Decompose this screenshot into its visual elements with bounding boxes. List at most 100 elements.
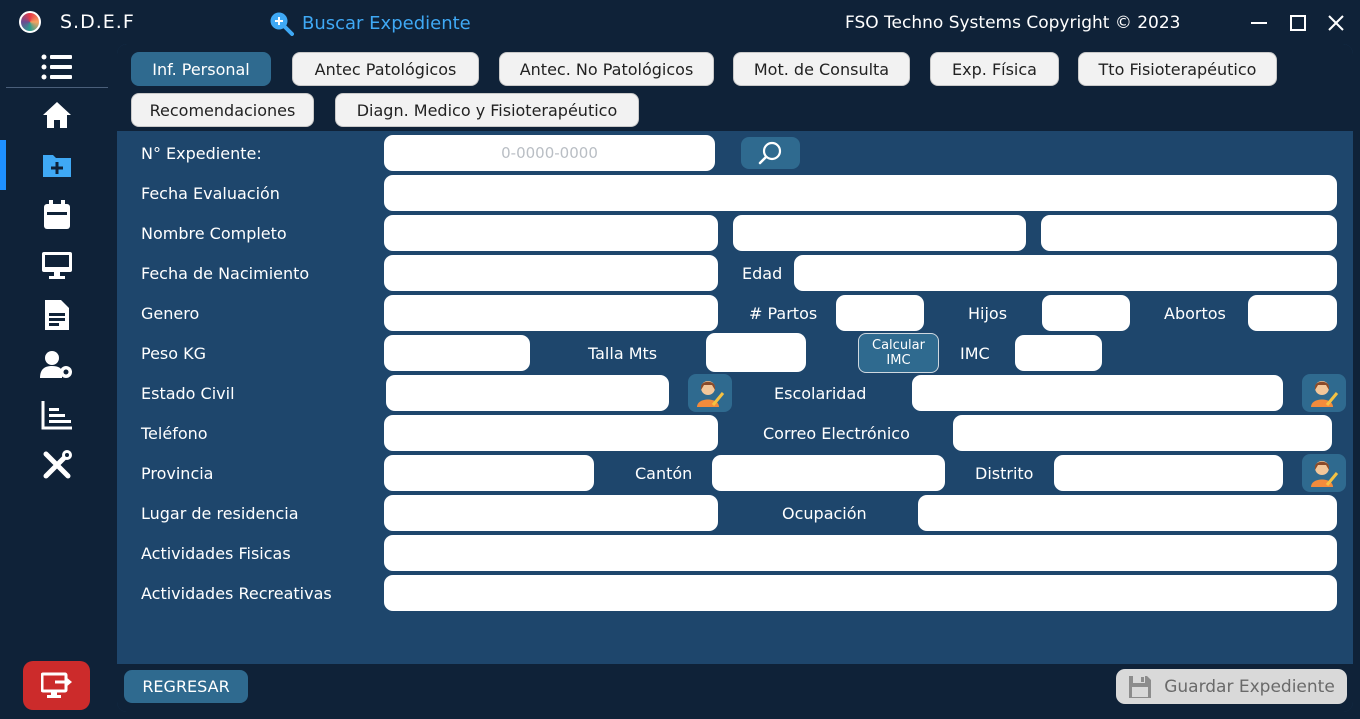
tab-non-pathological-history[interactable]: Antec. No Patológicos (499, 52, 714, 86)
sidebar-menu-toggle[interactable] (0, 44, 113, 90)
tab-physical-exam[interactable]: Exp. Física (930, 52, 1059, 86)
age-input[interactable] (794, 255, 1337, 291)
sidebar-item-tools[interactable] (0, 442, 113, 488)
education-label: Escolaridad (774, 384, 867, 403)
close-button[interactable] (1323, 10, 1349, 36)
user-edit-icon (1311, 381, 1339, 407)
exit-button[interactable] (23, 661, 90, 710)
birth-date-label: Fecha de Nacimiento (141, 264, 310, 283)
monitor-icon (41, 252, 72, 279)
tab-pathological-history[interactable]: Antec Patológicos (292, 52, 479, 86)
education-input[interactable] (912, 375, 1283, 411)
sidebar-item-new-record[interactable] (0, 142, 113, 188)
sidebar-item-user-settings[interactable] (0, 342, 113, 388)
save-record-button[interactable]: Guardar Expediente (1116, 669, 1347, 704)
occupation-input[interactable] (918, 495, 1337, 531)
app-title: S.D.E.F (60, 11, 135, 33)
second-surname-input[interactable] (1041, 215, 1337, 251)
tab-personal-info[interactable]: Inf. Personal (131, 52, 271, 86)
user-settings-icon (39, 351, 72, 378)
email-input[interactable] (953, 415, 1332, 451)
sidebar-item-calendar[interactable] (0, 192, 113, 238)
children-label: Hijos (968, 304, 1008, 323)
birth-date-input[interactable] (384, 255, 718, 291)
main-panel: Inf. Personal Antec Patológicos Antec. N… (117, 44, 1353, 712)
edit-education-button[interactable] (1302, 374, 1346, 412)
recreational-activities-label: Actividades Recreativas (141, 584, 332, 603)
edit-marital-status-button[interactable] (688, 374, 732, 412)
tab-bar: Inf. Personal Antec Patológicos Antec. N… (117, 44, 1353, 131)
exit-icon (40, 672, 72, 698)
sidebar-divider (6, 87, 108, 88)
home-icon (42, 102, 71, 128)
evaluation-date-input[interactable] (384, 175, 1337, 211)
menu-icon (41, 54, 72, 80)
sidebar-item-monitor[interactable] (0, 242, 113, 288)
abortions-input[interactable] (1248, 295, 1337, 331)
phone-label: Teléfono (141, 424, 208, 443)
calculate-bmi-button[interactable]: Calcular IMC (858, 333, 939, 373)
minimize-button[interactable] (1246, 10, 1272, 36)
sidebar (0, 44, 113, 719)
births-label: # Partos (749, 304, 818, 323)
first-surname-input[interactable] (733, 215, 1026, 251)
sidebar-item-home[interactable] (0, 92, 113, 138)
back-button[interactable]: REGRESAR (124, 670, 248, 703)
search-record-link[interactable]: Buscar Expediente (268, 9, 471, 37)
edit-location-button[interactable] (1302, 454, 1346, 492)
tab-diagnosis[interactable]: Diagn. Medico y Fisioterapéutico (335, 93, 639, 127)
bmi-label: IMC (960, 344, 990, 363)
children-input[interactable] (1042, 295, 1130, 331)
occupation-label: Ocupación (782, 504, 867, 523)
save-icon (1129, 675, 1152, 698)
births-input[interactable] (836, 295, 924, 331)
tab-recommendations[interactable]: Recomendaciones (131, 93, 314, 127)
search-record-label: Buscar Expediente (302, 12, 471, 34)
record-number-label: N° Expediente: (141, 144, 262, 163)
weight-input[interactable] (384, 335, 530, 371)
district-label: Distrito (975, 464, 1034, 483)
canton-input[interactable] (712, 455, 945, 491)
close-icon (1328, 15, 1344, 31)
first-name-input[interactable] (384, 215, 718, 251)
height-input[interactable] (706, 333, 806, 372)
tools-icon (43, 450, 72, 479)
age-label: Edad (742, 264, 783, 283)
gender-input[interactable] (384, 295, 718, 331)
physical-activities-input[interactable] (384, 535, 1337, 571)
record-number-input[interactable] (384, 135, 715, 171)
minimize-icon (1251, 22, 1267, 24)
tab-physiotherapy-treatment[interactable]: Tto Fisioterapéutico (1078, 52, 1277, 86)
sidebar-item-reports[interactable] (0, 392, 113, 438)
residence-input[interactable] (384, 495, 718, 531)
email-label: Correo Electrónico (763, 424, 910, 443)
document-icon (44, 300, 69, 330)
phone-input[interactable] (384, 415, 718, 451)
canton-label: Cantón (635, 464, 693, 483)
evaluation-date-label: Fecha Evaluación (141, 184, 280, 203)
bmi-input[interactable] (1015, 335, 1102, 371)
full-name-label: Nombre Completo (141, 224, 287, 243)
copyright-text: FSO Techno Systems Copyright © 2023 (845, 13, 1181, 33)
user-edit-icon (697, 381, 725, 407)
residence-label: Lugar de residencia (141, 504, 299, 523)
tab-consultation-reason[interactable]: Mot. de Consulta (733, 52, 910, 86)
district-input[interactable] (1054, 455, 1283, 491)
gender-label: Genero (141, 304, 200, 323)
marital-status-input[interactable] (386, 375, 669, 411)
marital-status-label: Estado Civil (141, 384, 235, 403)
search-icon (270, 12, 294, 36)
app-logo-icon (19, 11, 41, 33)
weight-label: Peso KG (141, 344, 207, 363)
province-input[interactable] (384, 455, 594, 491)
physical-activities-label: Actividades Fisicas (141, 544, 291, 563)
chart-icon (41, 401, 72, 430)
maximize-button[interactable] (1285, 10, 1311, 36)
province-label: Provincia (141, 464, 214, 483)
record-search-button[interactable] (741, 137, 800, 169)
calendar-icon (43, 200, 70, 229)
sidebar-item-documents[interactable] (0, 292, 113, 338)
add-folder-icon (42, 155, 71, 177)
recreational-activities-input[interactable] (384, 575, 1337, 611)
calculate-bmi-label: Calcular IMC (872, 338, 925, 368)
